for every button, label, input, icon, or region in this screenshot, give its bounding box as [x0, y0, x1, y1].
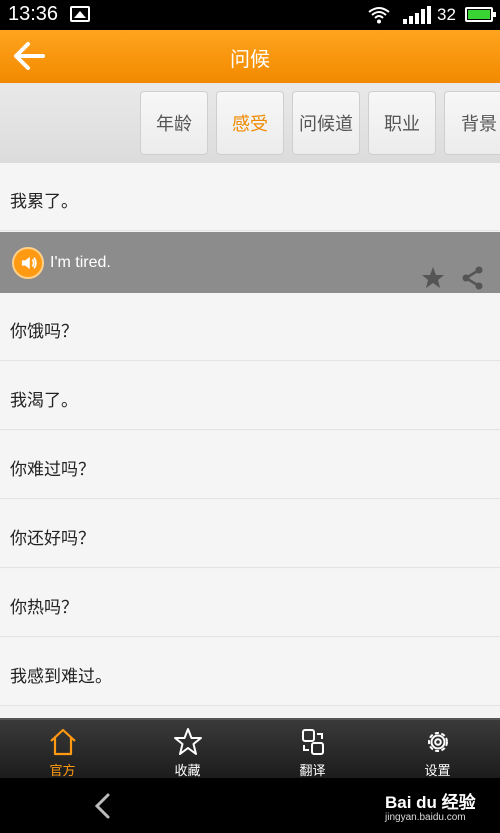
- nav-favorites[interactable]: 收藏: [125, 720, 250, 780]
- phrase-text: 你热吗？: [10, 598, 78, 618]
- list-item[interactable]: 你还好吗？: [0, 500, 500, 568]
- list-item[interactable]: 你难过吗？: [0, 431, 500, 499]
- favorite-star-icon[interactable]: [420, 265, 446, 291]
- tab-background[interactable]: 背景: [444, 91, 500, 155]
- nav-translate[interactable]: 翻译: [250, 720, 375, 780]
- battery-icon: [465, 7, 496, 22]
- phrase-list: 我累了。 I'm tired. 你饿吗？ 我渴了。 你难过吗？ 你还好吗？ 你热…: [0, 163, 500, 718]
- status-time: 13:36: [8, 3, 59, 25]
- phrase-text: 我感到难过。: [10, 667, 112, 687]
- tab-feelings[interactable]: 感受: [216, 91, 284, 155]
- gear-icon: [428, 732, 448, 752]
- nav-favorites-label: 收藏: [174, 764, 201, 779]
- bottom-navigation: 官方 收藏 翻译 设置: [0, 718, 500, 780]
- list-item[interactable]: 你饿吗？: [0, 293, 500, 361]
- page-title: 问候: [230, 47, 270, 71]
- tab-age[interactable]: 年龄: [140, 91, 208, 155]
- list-item[interactable]: 我渴了。: [0, 362, 500, 430]
- signal-icon: [403, 6, 431, 24]
- nav-translate-label: 翻译: [299, 764, 326, 779]
- phrase-text: 我渴了。: [10, 391, 78, 411]
- status-bar: 13:36 32: [0, 0, 500, 30]
- watermark-url: jingyan.baidu.com: [385, 812, 466, 823]
- translation-panel: I'm tired.: [0, 232, 500, 293]
- wifi-icon: [368, 7, 390, 24]
- speaker-icon[interactable]: [12, 247, 44, 279]
- translation-text: I'm tired.: [50, 254, 111, 271]
- translate-icon: [302, 729, 324, 755]
- nav-official-label: 官方: [49, 764, 76, 779]
- list-item[interactable]: 我感到难过。: [0, 638, 500, 706]
- nav-official[interactable]: 官方: [0, 720, 125, 780]
- system-back-icon[interactable]: [92, 792, 114, 820]
- nav-settings-label: 设置: [424, 764, 451, 779]
- nav-settings[interactable]: 设置: [375, 720, 500, 780]
- battery-level: 32: [437, 5, 456, 24]
- category-tabs: 年龄 感受 问候道 职业 背景: [0, 83, 500, 163]
- app-header: 问候: [0, 30, 500, 83]
- phrase-text: 你还好吗？: [10, 529, 95, 549]
- image-notification-icon: [70, 6, 90, 22]
- star-icon: [174, 728, 202, 755]
- share-icon[interactable]: [460, 265, 486, 291]
- phrase-text: 你饿吗？: [10, 322, 78, 342]
- list-item[interactable]: 我累了。: [0, 163, 500, 231]
- tab-occupation[interactable]: 职业: [368, 91, 436, 155]
- system-navigation: Bai du 经验 jingyan.baidu.com: [0, 778, 500, 833]
- tab-greetings[interactable]: 问候道: [292, 91, 360, 155]
- phrase-text: 你难过吗？: [10, 460, 95, 480]
- home-icon: [50, 728, 76, 756]
- watermark-brand: Bai du 经验: [385, 793, 476, 812]
- phrase-text: 我累了。: [10, 192, 78, 212]
- list-item[interactable]: 你热吗？: [0, 569, 500, 637]
